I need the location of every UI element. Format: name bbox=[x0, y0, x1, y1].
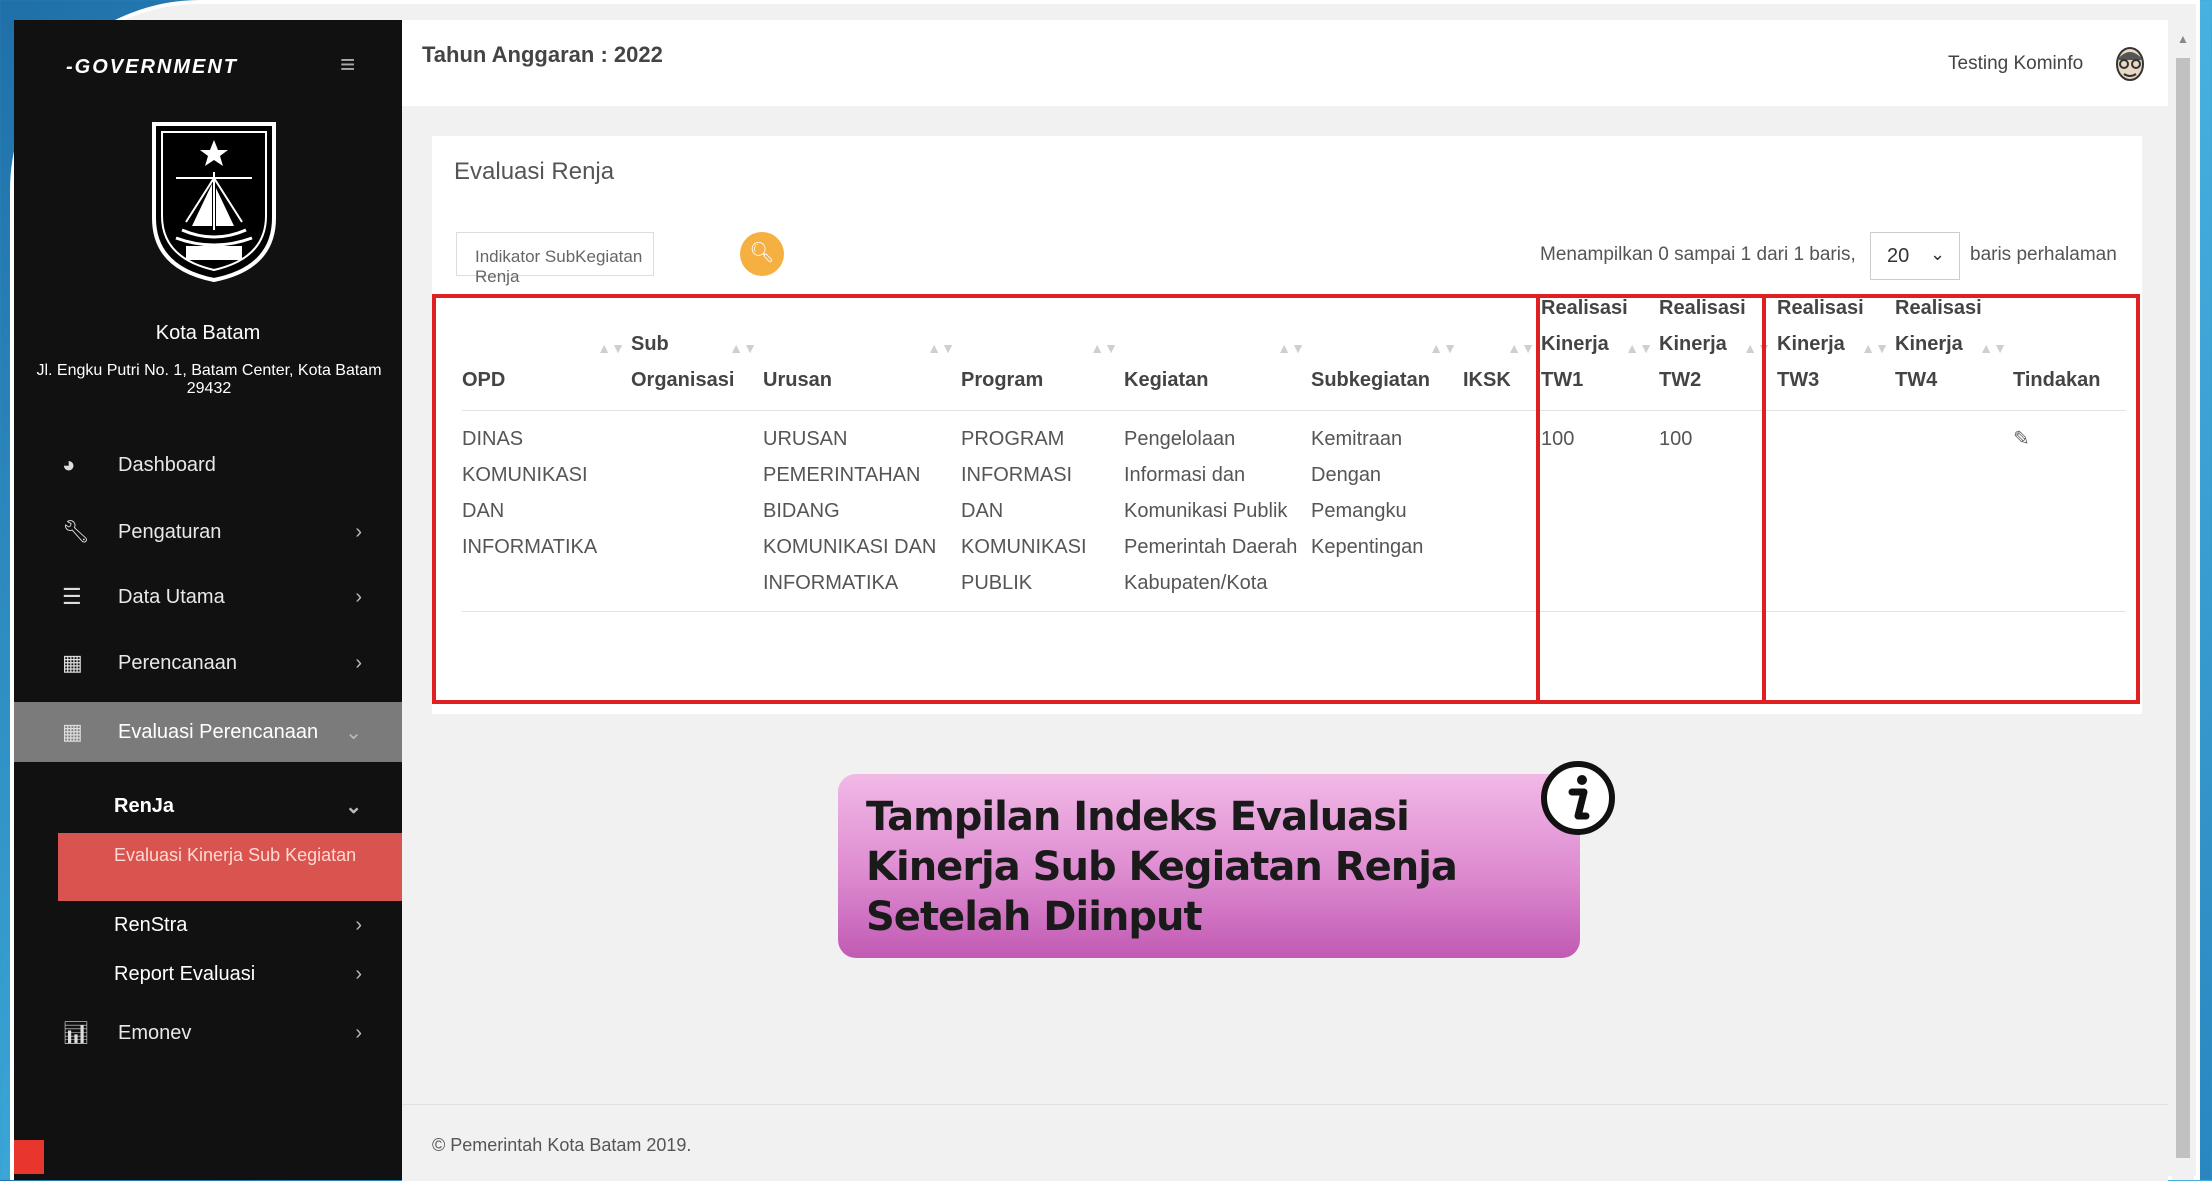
calendar-icon: ▦ bbox=[62, 650, 83, 675]
rows-per-page-select[interactable]: 20 bbox=[1870, 232, 1960, 280]
scroll-up-arrow-icon[interactable]: ▲ bbox=[2177, 32, 2189, 46]
sidebar-item-evaluasi-perencanaan[interactable]: ▦ Evaluasi Perencanaan ⌄ bbox=[14, 702, 402, 762]
sidebar-subitem-evaluasi-kinerja[interactable]: Evaluasi Kinerja Sub Kegiatan bbox=[58, 833, 402, 901]
tahun-anggaran-label: Tahun Anggaran : 2022 bbox=[422, 42, 663, 67]
highlight-box-tw1-tw2 bbox=[1536, 294, 1766, 704]
sidebar: -GOVERNMENT ≡ Kota Batam Jl. Engku Putri… bbox=[14, 20, 402, 1180]
info-icon bbox=[1541, 761, 1615, 835]
sidebar-subitem-label: RenStra bbox=[114, 913, 188, 936]
chevron-right-icon: › bbox=[355, 1021, 362, 1044]
card-title: Evaluasi Renja bbox=[454, 158, 615, 185]
sidebar-item-data-utama[interactable]: ☰ Data Utama › bbox=[14, 570, 402, 624]
highlight-box-table bbox=[432, 294, 2140, 704]
wrench-icon: 🔧︎ bbox=[62, 519, 90, 544]
rows-per-page-label: baris perhalaman bbox=[1970, 244, 2117, 265]
sidebar-item-label: Pengaturan bbox=[118, 520, 222, 543]
sidebar-item-label: Evaluasi Perencanaan bbox=[118, 720, 319, 743]
chevron-down-icon: ⌄ bbox=[345, 721, 362, 744]
footer-app-logo bbox=[14, 1140, 44, 1174]
sidebar-item-perencanaan[interactable]: ▦ Perencanaan › bbox=[14, 636, 402, 690]
chevron-right-icon: › bbox=[355, 651, 362, 674]
city-crest-logo bbox=[152, 122, 276, 283]
callout-text: Tampilan Indeks Evaluasi Kinerja Sub Keg… bbox=[866, 794, 1458, 940]
page-scrollbar[interactable]: ▲ bbox=[2172, 20, 2194, 1180]
app-logo-text: -GOVERNMENT bbox=[66, 56, 238, 78]
sidebar-subitem-report-evaluasi[interactable]: Report Evaluasi › bbox=[14, 952, 402, 996]
sidebar-subitem-renja[interactable]: RenJa ⌄ bbox=[14, 784, 402, 828]
sidebar-subitem-label: Report Evaluasi bbox=[114, 962, 256, 985]
page-footer: © Pemerintah Kota Batam 2019. bbox=[402, 1104, 2168, 1181]
bar-chart-icon: 📊︎ bbox=[62, 1020, 90, 1045]
sidebar-subitem-label: Evaluasi Kinerja Sub Kegiatan bbox=[114, 845, 357, 865]
hamburger-menu-icon[interactable]: ≡ bbox=[340, 51, 366, 77]
topbar: Tahun Anggaran : 2022 Testing Kominfo bbox=[402, 20, 2168, 106]
sidebar-item-label: Perencanaan bbox=[118, 651, 237, 674]
pagination-info: Menampilkan 0 sampai 1 dari 1 baris, bbox=[1540, 244, 1856, 265]
sidebar-item-emonev[interactable]: 📊︎ Emonev › bbox=[14, 1006, 402, 1060]
annotation-callout: Tampilan Indeks Evaluasi Kinerja Sub Keg… bbox=[838, 774, 1580, 958]
sidebar-subitem-renstra[interactable]: RenStra › bbox=[14, 903, 402, 947]
chevron-right-icon: › bbox=[355, 520, 362, 543]
database-icon: ☰ bbox=[62, 584, 82, 609]
chevron-down-icon: ⌄ bbox=[1930, 244, 1946, 264]
sidebar-item-dashboard[interactable]: ◕ Dashboard bbox=[14, 438, 402, 492]
sidebar-item-label: Data Utama bbox=[118, 585, 225, 608]
user-name[interactable]: Testing Kominfo bbox=[1948, 53, 2083, 75]
grid-icon: ▦ bbox=[62, 719, 83, 744]
sidebar-item-pengaturan[interactable]: 🔧︎ Pengaturan › bbox=[14, 505, 402, 559]
sidebar-subitem-label: RenJa bbox=[114, 794, 175, 817]
footer-copyright: © Pemerintah Kota Batam 2019. bbox=[432, 1135, 692, 1155]
search-input[interactable]: Indikator SubKegiatan Renja bbox=[456, 232, 654, 286]
city-name: Kota Batam bbox=[155, 322, 261, 344]
search-icon: 🔍︎ bbox=[749, 242, 775, 264]
sidebar-item-label: Emonev bbox=[118, 1021, 192, 1044]
scroll-thumb[interactable] bbox=[2176, 58, 2190, 1158]
chevron-right-icon: › bbox=[355, 585, 362, 608]
city-address: Jl. Engku Putri No. 1, Batam Center, Kot… bbox=[36, 362, 382, 397]
sidebar-item-label: Dashboard bbox=[118, 453, 216, 476]
chevron-down-icon: ⌄ bbox=[345, 795, 362, 818]
search-button[interactable]: 🔍︎ bbox=[740, 232, 784, 276]
chevron-right-icon: › bbox=[355, 962, 362, 985]
user-avatar-icon[interactable] bbox=[2112, 44, 2148, 88]
chevron-right-icon: › bbox=[355, 913, 362, 936]
pie-chart-icon: ◕ bbox=[62, 452, 76, 477]
